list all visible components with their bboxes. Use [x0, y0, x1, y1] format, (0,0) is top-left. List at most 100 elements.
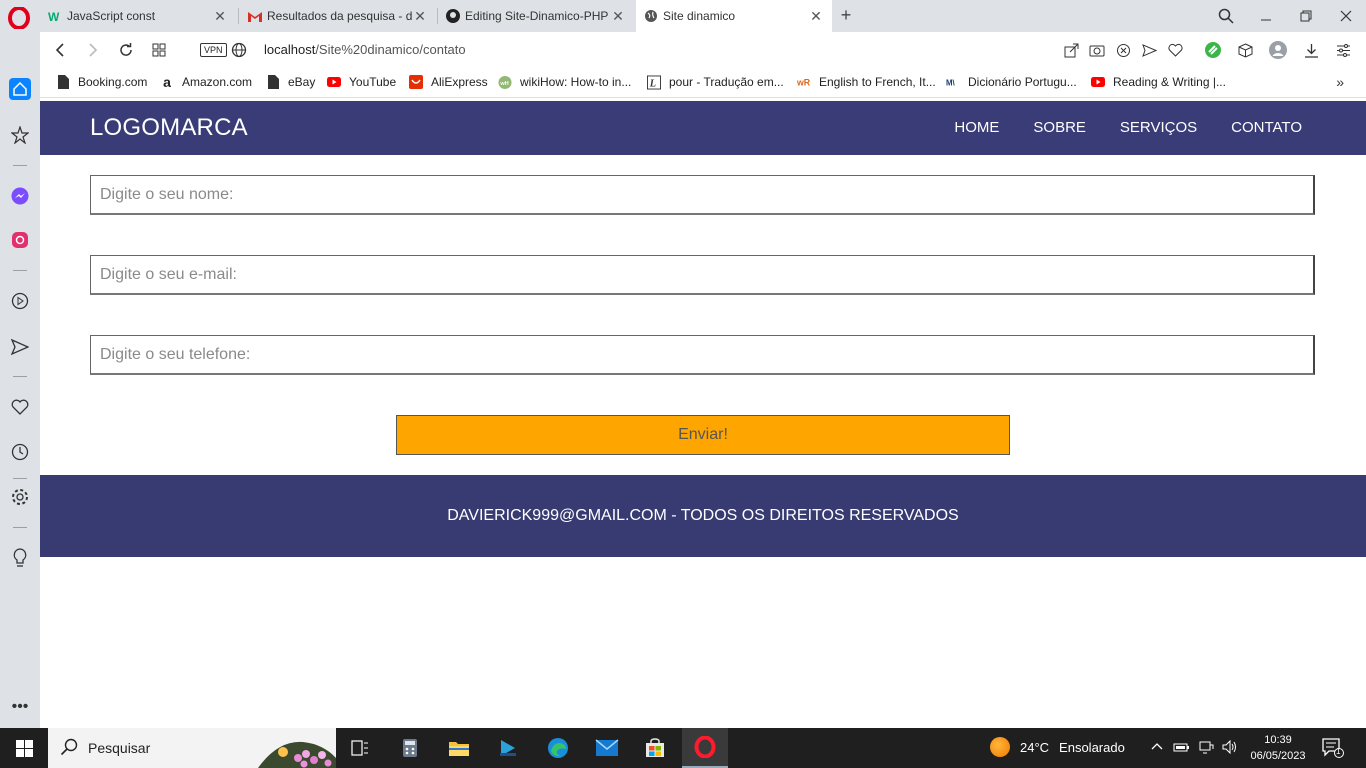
task-view-icon[interactable] [337, 728, 383, 768]
email-input[interactable] [90, 255, 1315, 295]
bookmark-label: Dicionário Portugu... [968, 75, 1077, 89]
tab-search-results[interactable]: Resultados da pesquisa - d ✕ [240, 0, 436, 32]
bookmark-dicionario[interactable]: M\ Dicionário Portugu... [946, 75, 1077, 89]
svg-text:W: W [48, 10, 60, 22]
battery-icon[interactable] [1172, 740, 1190, 757]
instagram-icon[interactable] [9, 229, 31, 251]
restore-button[interactable] [1286, 0, 1326, 32]
network-icon[interactable] [1198, 740, 1214, 757]
download-icon[interactable] [1302, 41, 1320, 59]
start-button[interactable] [0, 728, 48, 768]
history-icon[interactable] [9, 441, 31, 463]
address-bar: VPN localhost/Site%20dinamico/contato [40, 32, 1366, 68]
lightbulb-icon[interactable] [9, 547, 31, 569]
extensions-cube-icon[interactable] [1236, 41, 1254, 59]
browser-tab-strip: W JavaScript const ✕ Resultados da pesqu… [0, 0, 1366, 32]
w3schools-icon: W [48, 9, 62, 23]
heart-icon[interactable] [9, 396, 31, 418]
extension-icon[interactable] [1204, 41, 1222, 59]
file-icon [56, 75, 70, 89]
opera-sidebar: ••• [0, 32, 40, 728]
back-button[interactable] [50, 40, 70, 60]
weather-widget[interactable]: 24°C Ensolarado [990, 737, 1125, 757]
submit-button[interactable]: Enviar! [396, 415, 1010, 455]
notification-center-icon[interactable]: 1 [1322, 738, 1344, 758]
easy-setup-icon[interactable] [1334, 41, 1352, 59]
search-highlight-flowers-icon [258, 741, 336, 768]
bookmark-ebay[interactable]: eBay [266, 75, 315, 89]
new-tab-button[interactable]: + [836, 5, 856, 25]
bookmark-label: English to French, It... [819, 75, 936, 89]
tab-close-icon[interactable]: ✕ [412, 8, 428, 25]
player-icon[interactable] [9, 290, 31, 312]
snapshot-camera-icon[interactable] [1088, 41, 1106, 59]
site-logo[interactable]: LOGOMARCA [90, 114, 248, 142]
share-icon[interactable] [1062, 41, 1080, 59]
send-flow-icon[interactable] [9, 336, 31, 358]
calculator-app-icon[interactable] [387, 728, 433, 768]
bookmark-label: eBay [288, 75, 316, 89]
tab-overview-icon[interactable] [149, 40, 169, 60]
system-tray [1150, 739, 1238, 757]
name-input[interactable] [90, 175, 1315, 215]
gmail-icon [248, 9, 262, 23]
volume-icon[interactable] [1222, 739, 1238, 757]
sidebar-separator [13, 478, 27, 479]
taskbar-search-label: Pesquisar [88, 740, 151, 756]
taskbar-search-box[interactable]: Pesquisar [48, 728, 336, 768]
site-info-globe-icon[interactable] [229, 40, 249, 60]
profile-avatar-icon[interactable] [1269, 41, 1287, 59]
vpn-badge[interactable]: VPN [200, 43, 227, 57]
taskbar-clock[interactable]: 10:39 06/05/2023 [1244, 732, 1312, 764]
edge-browser-icon[interactable] [535, 728, 581, 768]
tab-close-icon[interactable]: ✕ [808, 8, 824, 25]
minimize-button[interactable] [1246, 0, 1286, 32]
tab-site-dinamico[interactable]: Site dinamico ✕ [636, 0, 832, 32]
bookmark-reading-writing[interactable]: Reading & Writing |... [1091, 75, 1226, 89]
bookmark-booking[interactable]: Booking.com [56, 75, 147, 89]
clock-time: 10:39 [1264, 734, 1292, 746]
adblock-icon[interactable] [1114, 41, 1132, 59]
messenger-icon[interactable] [9, 185, 31, 207]
tab-close-icon[interactable]: ✕ [212, 8, 228, 25]
opera-taskbar-icon[interactable] [682, 728, 728, 768]
tab-close-icon[interactable]: ✕ [610, 8, 626, 25]
tab-github-editing[interactable]: Editing Site-Dinamico-PHP ✕ [438, 0, 634, 32]
menu-servicos-link[interactable]: SERVIÇOS [1120, 119, 1197, 136]
chevron-up-icon[interactable] [1150, 740, 1164, 757]
close-window-button[interactable] [1326, 0, 1366, 32]
bookmark-aliexpress[interactable]: AliExpress [409, 75, 488, 89]
bookmark-amazon[interactable]: a Amazon.com [160, 74, 252, 90]
tab-search-icon[interactable] [1206, 0, 1246, 32]
tab-separator [238, 8, 239, 24]
youtube-icon [327, 75, 341, 89]
bookmark-heart-icon[interactable] [1166, 41, 1184, 59]
url-field[interactable]: localhost/Site%20dinamico/contato [264, 42, 466, 57]
home-icon[interactable] [9, 78, 31, 100]
mail-app-icon[interactable] [584, 728, 630, 768]
more-options-icon[interactable]: ••• [9, 696, 31, 718]
bookmark-label: YouTube [349, 75, 397, 89]
file-explorer-icon[interactable] [436, 728, 482, 768]
globe-icon [644, 9, 658, 23]
bookmarks-overflow-icon[interactable]: » [1336, 74, 1344, 90]
settings-gear-icon[interactable] [9, 486, 31, 508]
menu-sobre-link[interactable]: SOBRE [1033, 119, 1086, 136]
tab-javascript-const[interactable]: W JavaScript const ✕ [40, 0, 236, 32]
sidebar-separator [13, 527, 27, 528]
microsoft-store-icon[interactable] [632, 728, 678, 768]
forward-button[interactable] [83, 40, 103, 60]
menu-home-link[interactable]: HOME [954, 119, 999, 136]
opera-logo-icon[interactable] [8, 7, 30, 29]
bookmark-label: pour - Tradução em... [669, 75, 784, 89]
reload-button[interactable] [116, 40, 136, 60]
bookmark-linguee[interactable]: L pour - Tradução em... [647, 75, 784, 89]
send-icon[interactable] [1140, 41, 1158, 59]
media-player-icon[interactable] [485, 728, 531, 768]
bookmark-wordreference[interactable]: wR English to French, It... [797, 75, 936, 89]
phone-input[interactable] [90, 335, 1315, 375]
bookmark-youtube[interactable]: YouTube [327, 75, 396, 89]
bookmark-wikihow[interactable]: wH wikiHow: How-to in... [498, 75, 631, 89]
menu-contato-link[interactable]: CONTATO [1231, 119, 1302, 136]
speed-dial-star-icon[interactable] [9, 124, 31, 146]
